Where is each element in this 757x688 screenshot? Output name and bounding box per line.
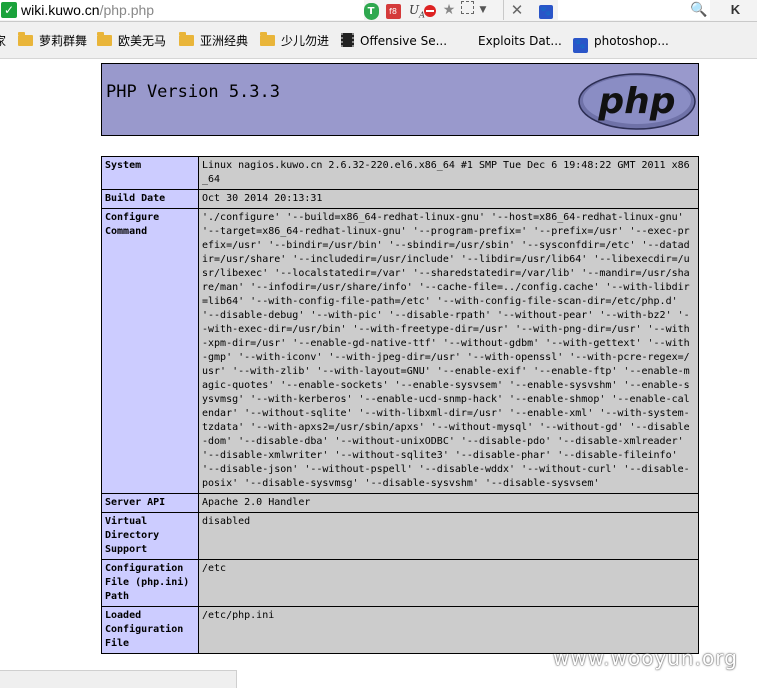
url-field[interactable]: ✓ wiki.kuwo.cn/php.php <box>0 0 364 20</box>
chevron-down-icon[interactable]: ▼ <box>474 1 492 19</box>
row-value: Apache 2.0 Handler <box>198 493 699 513</box>
adblock-stop-icon[interactable] <box>424 5 436 17</box>
row-key: Configure Command <box>101 208 199 494</box>
row-value: Linux nagios.kuwo.cn 2.6.32-220.el6.x86_… <box>198 156 699 190</box>
bookmark-item[interactable]: 家 <box>0 32 6 50</box>
url-text: wiki.kuwo.cn/php.php <box>21 1 154 19</box>
bookmark-label: photoshop... <box>594 34 669 48</box>
page-title: PHP Version 5.3.3 <box>106 82 280 102</box>
bookmark-star-icon[interactable]: ★ <box>440 1 458 19</box>
table-row: System Linux nagios.kuwo.cn 2.6.32-220.e… <box>101 156 699 190</box>
bookmark-item[interactable]: Offensive Se... <box>341 32 447 50</box>
search-engine-paw-icon[interactable]: 🐾 <box>536 1 556 19</box>
folder-icon <box>97 32 112 46</box>
bookmark-label: 少儿勿进 <box>281 34 330 48</box>
bookmark-item[interactable]: 亚洲经典 <box>179 32 248 50</box>
bookmark-label: 家 <box>0 34 7 48</box>
table-row: Configuration File (php.ini) Path /etc <box>101 559 699 607</box>
table-row: Virtual Directory Support disabled <box>101 512 699 560</box>
page-content: PHP Version 5.3.3 php System Linux nagio… <box>0 59 757 688</box>
table-row: Build Date Oct 30 2014 20:13:31 <box>101 189 699 209</box>
row-key: System <box>101 156 199 190</box>
bookmark-item[interactable]: 萝莉群舞 <box>18 32 87 50</box>
folder-icon <box>260 32 275 46</box>
table-row: Configure Command './configure' '--build… <box>101 208 699 494</box>
folder-icon <box>18 32 33 46</box>
row-key: Server API <box>101 493 199 513</box>
paw-icon: 🐾 <box>573 38 588 53</box>
row-value: /etc <box>198 559 699 607</box>
row-key: Configuration File (php.ini) Path <box>101 559 199 607</box>
row-key: Loaded Configuration File <box>101 606 199 654</box>
bookmark-label: 欧美无马 <box>118 34 167 48</box>
search-icon[interactable]: 🔍 <box>690 1 707 19</box>
phpinfo-table: System Linux nagios.kuwo.cn 2.6.32-220.e… <box>101 156 699 654</box>
row-value: disabled <box>198 512 699 560</box>
bookmark-label: Offensive Se... <box>360 34 448 48</box>
row-value: Oct 30 2014 20:13:31 <box>198 189 699 209</box>
bookmark-item[interactable]: 少儿勿进 <box>260 32 329 50</box>
bookmark-label: 萝莉群舞 <box>39 34 88 48</box>
url-path: /php.php <box>99 2 155 18</box>
bookmark-label: Exploits Dat... <box>478 34 562 48</box>
php-logo-text: php <box>597 81 675 122</box>
bookmark-item[interactable]: Exploits Dat... <box>478 32 562 50</box>
bookmarks-bar: 家 萝莉群舞 欧美无马 亚洲经典 少儿勿进 Offensive Se... Ex… <box>0 22 757 59</box>
status-bar <box>0 670 237 688</box>
php-logo-icon[interactable]: php <box>578 73 696 130</box>
divider <box>503 0 504 20</box>
bookmark-item[interactable]: 🐾 photoshop... <box>573 32 669 53</box>
url-host: wiki.kuwo.cn <box>21 2 100 18</box>
row-key: Virtual Directory Support <box>101 512 199 560</box>
watermark-text: www.wooyun.org <box>553 646 738 670</box>
extension-red-icon[interactable]: f8 <box>384 1 402 19</box>
checkmark-icon: ✓ <box>1 2 17 18</box>
php-header: PHP Version 5.3.3 php <box>101 63 699 136</box>
folder-icon <box>179 32 194 46</box>
row-key: Build Date <box>101 189 199 209</box>
row-value: './configure' '--build=x86_64-redhat-lin… <box>198 208 699 494</box>
search-button[interactable]: K <box>714 0 757 20</box>
security-shield-icon[interactable]: T <box>362 1 380 20</box>
bookmark-label: 亚洲经典 <box>200 34 249 48</box>
bookmark-item[interactable]: 欧美无马 <box>97 32 166 50</box>
address-bar: ✓ wiki.kuwo.cn/php.php T f8 UA ★ ▼ ✕ 🐾 🔍… <box>0 0 757 22</box>
search-input[interactable] <box>558 0 710 20</box>
close-icon[interactable]: ✕ <box>508 1 526 19</box>
film-icon <box>341 33 354 47</box>
table-row: Server API Apache 2.0 Handler <box>101 493 699 513</box>
